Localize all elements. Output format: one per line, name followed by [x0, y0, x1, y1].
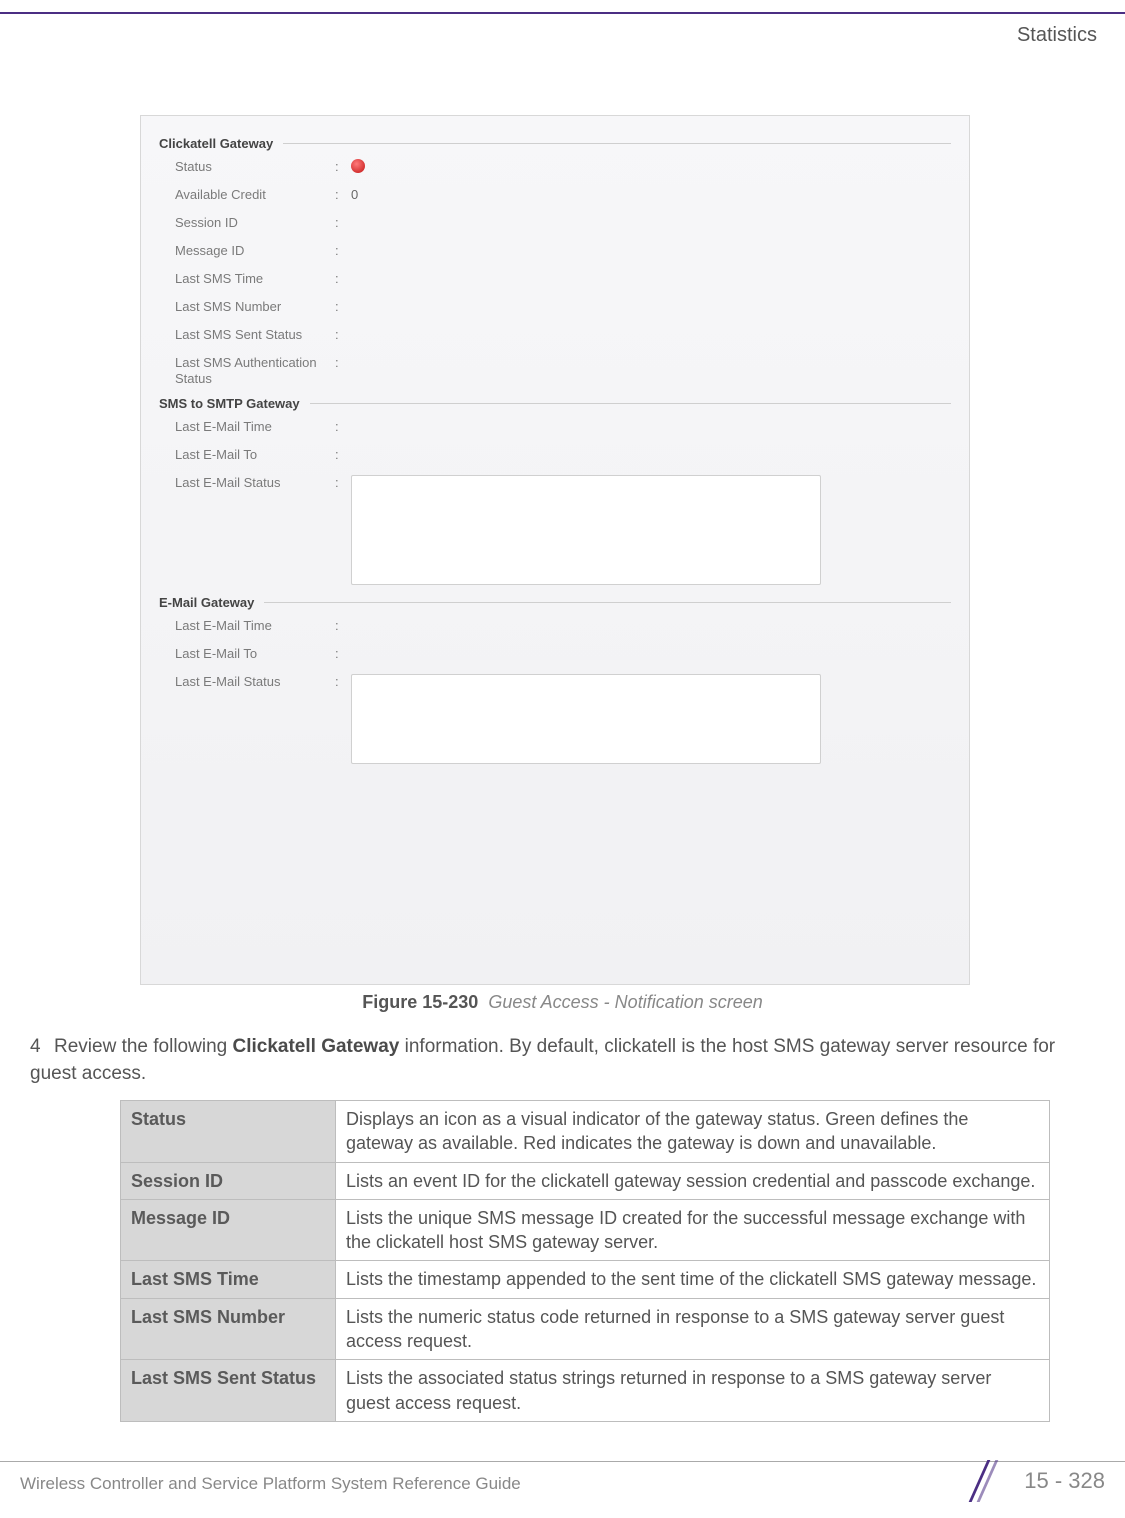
group-divider [283, 143, 951, 144]
field-label: Last E-Mail To [175, 447, 335, 463]
term-cell: Last SMS Number [121, 1298, 336, 1360]
field-label: Message ID [175, 243, 335, 259]
status-textarea [351, 475, 821, 585]
step-text: 4Review the following Clickatell Gateway… [30, 1034, 1102, 1087]
table-row: Message ID Lists the unique SMS message … [121, 1199, 1050, 1261]
field-colon: : [335, 187, 351, 202]
step-text-a: Review the following [54, 1036, 232, 1057]
table-row: Session ID Lists an event ID for the cli… [121, 1162, 1050, 1199]
footer-doc-title: Wireless Controller and Service Platform… [20, 1474, 521, 1494]
field-colon: : [335, 327, 351, 342]
figure-label: Figure 15-230 [362, 992, 478, 1012]
field-value [351, 674, 951, 764]
footer-right: 15 - 328 [972, 1462, 1105, 1500]
group-title: SMS to SMTP Gateway [159, 396, 300, 411]
desc-cell: Lists the unique SMS message ID created … [336, 1199, 1050, 1261]
group-title: Clickatell Gateway [159, 136, 273, 151]
field-row: Last E-Mail To : [175, 447, 951, 469]
page-number: 15 - 328 [1024, 1468, 1105, 1494]
table-row: Last SMS Number Lists the numeric status… [121, 1298, 1050, 1360]
field-value [351, 475, 951, 585]
field-colon: : [335, 215, 351, 230]
header-rule [0, 12, 1125, 14]
field-row: Last E-Mail Time : [175, 618, 951, 640]
field-row: Last SMS Sent Status : [175, 327, 951, 349]
field-label: Last SMS Number [175, 299, 335, 315]
field-row: Session ID : [175, 215, 951, 237]
definitions-table: Status Displays an icon as a visual indi… [120, 1100, 1050, 1422]
field-label: Last SMS Authentication Status [175, 355, 335, 386]
field-label: Session ID [175, 215, 335, 231]
step-number: 4 [30, 1034, 54, 1061]
field-row: Last E-Mail Status : [175, 475, 951, 585]
group-clickatell: Clickatell Gateway Status : Available Cr… [159, 136, 951, 386]
field-label: Status [175, 159, 335, 175]
running-header: Statistics [1017, 24, 1097, 47]
field-label: Last E-Mail Status [175, 475, 335, 491]
desc-cell: Lists the timestamp appended to the sent… [336, 1261, 1050, 1298]
field-row: Last SMS Number : [175, 299, 951, 321]
step-bold: Clickatell Gateway [232, 1036, 399, 1057]
status-textarea [351, 674, 821, 764]
figure-caption: Figure 15-230 Guest Access - Notificatio… [0, 992, 1125, 1013]
field-label: Last E-Mail Time [175, 419, 335, 435]
field-colon: : [335, 475, 351, 490]
desc-cell: Lists the associated status strings retu… [336, 1360, 1050, 1422]
field-row: Available Credit : 0 [175, 187, 951, 209]
field-row: Last SMS Time : [175, 271, 951, 293]
table-row: Last SMS Time Lists the timestamp append… [121, 1261, 1050, 1298]
term-cell: Message ID [121, 1199, 336, 1261]
desc-cell: Displays an icon as a visual indicator o… [336, 1101, 1050, 1163]
field-value: 0 [351, 187, 951, 202]
group-title-row: SMS to SMTP Gateway [159, 396, 951, 411]
field-colon: : [335, 618, 351, 633]
field-colon: : [335, 159, 351, 174]
group-title-row: Clickatell Gateway [159, 136, 951, 151]
field-row: Last SMS Authentication Status : [175, 355, 951, 386]
field-colon: : [335, 419, 351, 434]
brand-slash-icon [972, 1462, 1010, 1500]
field-label: Last E-Mail Status [175, 674, 335, 690]
term-cell: Status [121, 1101, 336, 1163]
desc-cell: Lists the numeric status code returned i… [336, 1298, 1050, 1360]
term-cell: Last SMS Time [121, 1261, 336, 1298]
table-row: Status Displays an icon as a visual indi… [121, 1101, 1050, 1163]
field-colon: : [335, 674, 351, 689]
field-colon: : [335, 299, 351, 314]
field-label: Available Credit [175, 187, 335, 203]
field-label: Last E-Mail To [175, 646, 335, 662]
term-cell: Last SMS Sent Status [121, 1360, 336, 1422]
figure-title: Guest Access - Notification screen [488, 992, 762, 1012]
field-value [351, 159, 951, 176]
group-divider [310, 403, 951, 404]
field-label: Last SMS Sent Status [175, 327, 335, 343]
field-colon: : [335, 355, 351, 370]
group-sms-smtp: SMS to SMTP Gateway Last E-Mail Time : L… [159, 396, 951, 585]
field-colon: : [335, 646, 351, 661]
field-colon: : [335, 271, 351, 286]
field-colon: : [335, 243, 351, 258]
field-row: Last E-Mail Status : [175, 674, 951, 764]
group-title: E-Mail Gateway [159, 595, 254, 610]
footer-rule [0, 1461, 1125, 1462]
group-email: E-Mail Gateway Last E-Mail Time : Last E… [159, 595, 951, 764]
screenshot-panel: Clickatell Gateway Status : Available Cr… [140, 115, 970, 985]
group-title-row: E-Mail Gateway [159, 595, 951, 610]
field-row: Status : [175, 159, 951, 181]
field-label: Last SMS Time [175, 271, 335, 287]
field-row: Message ID : [175, 243, 951, 265]
group-divider [264, 602, 951, 603]
field-row: Last E-Mail Time : [175, 419, 951, 441]
field-label: Last E-Mail Time [175, 618, 335, 634]
table-row: Last SMS Sent Status Lists the associate… [121, 1360, 1050, 1422]
term-cell: Session ID [121, 1162, 336, 1199]
field-row: Last E-Mail To : [175, 646, 951, 668]
status-down-icon [351, 159, 365, 173]
desc-cell: Lists an event ID for the clickatell gat… [336, 1162, 1050, 1199]
field-colon: : [335, 447, 351, 462]
